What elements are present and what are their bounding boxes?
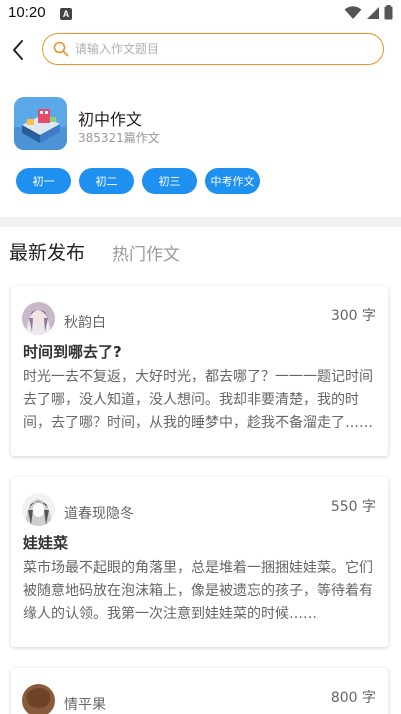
- article-card[interactable]: 秋韵白 300 字 时间到哪去了? 时光一去不复返，大好时光，都去哪了？一一一题…: [11, 286, 388, 456]
- notification-a-icon: A: [60, 8, 72, 20]
- article-card[interactable]: 道春现隐冬 550 字 娃娃菜 菜市场最不起眼的角落里，总是堆着一捆捆娃娃菜。它…: [11, 477, 388, 647]
- grade-button-3[interactable]: 初三: [142, 168, 197, 194]
- tab-hot[interactable]: 热门作文: [112, 240, 180, 265]
- article-title: 娃娃菜: [23, 534, 69, 552]
- wifi-icon: [344, 5, 362, 19]
- grade-filter-row: 初一 初二 初三 中考作文: [16, 168, 260, 194]
- word-count: 800 字: [330, 690, 376, 706]
- battery-icon: [384, 5, 393, 20]
- status-time: 10:20: [8, 4, 46, 21]
- author-name: 秋韵白: [64, 315, 106, 331]
- section-divider: [0, 217, 401, 227]
- grade-button-1[interactable]: 初一: [16, 168, 71, 194]
- back-button[interactable]: [6, 36, 30, 64]
- author-name: 道春现隐冬: [64, 506, 134, 522]
- avatar: [22, 302, 55, 335]
- grade-button-exam[interactable]: 中考作文: [205, 168, 260, 194]
- article-title: 时间到哪去了?: [23, 343, 122, 361]
- signal-icon: [367, 6, 379, 19]
- status-icons: [344, 5, 393, 20]
- category-title: 初中作文: [78, 110, 143, 129]
- category-count: 385321篇作文: [78, 131, 160, 145]
- article-card[interactable]: 情平果 800 字: [11, 668, 388, 714]
- author-name: 情平果: [64, 697, 106, 713]
- article-excerpt: 菜市场最不起眼的角落里，总是堆着一捆捆娃娃菜。它们被随意地码放在泡沫箱上，像是被…: [23, 560, 373, 622]
- article-excerpt: 时光一去不复返，大好时光，都去哪了？一一一题记时间去了哪，没人知道，没人想问。我…: [23, 369, 373, 431]
- word-count: 550 字: [330, 499, 376, 515]
- tab-latest[interactable]: 最新发布: [9, 238, 85, 265]
- category-icon: [14, 97, 67, 150]
- chevron-left-icon: [13, 40, 23, 60]
- search-box[interactable]: [42, 33, 384, 65]
- avatar: [22, 684, 55, 714]
- grade-button-2[interactable]: 初二: [79, 168, 134, 194]
- search-icon: [53, 41, 69, 57]
- avatar: [22, 493, 55, 526]
- status-bar: 10:20 A: [0, 0, 401, 28]
- search-input[interactable]: [75, 42, 355, 56]
- word-count: 300 字: [330, 308, 376, 324]
